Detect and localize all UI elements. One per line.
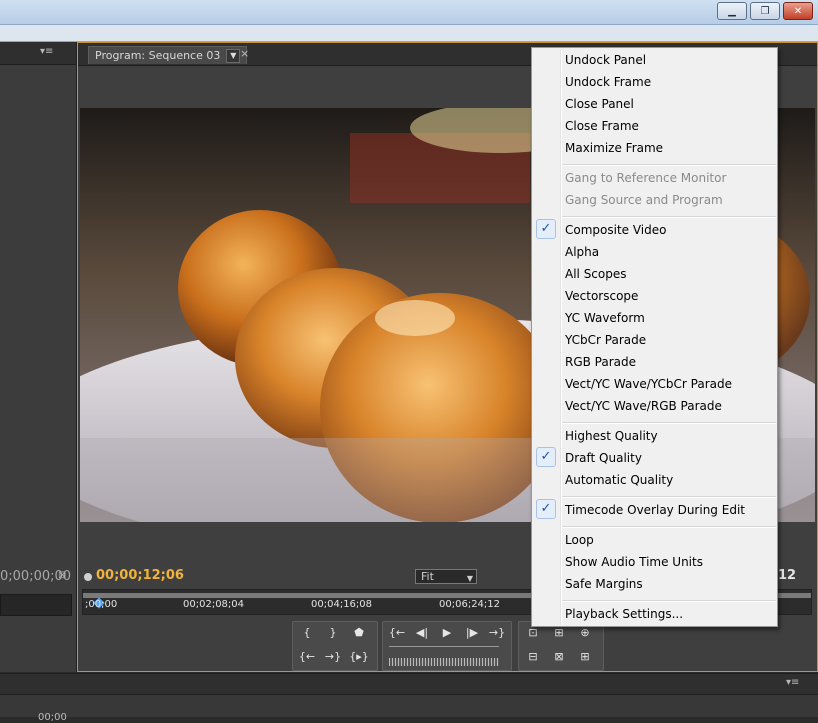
check-icon: ✓ xyxy=(536,499,556,519)
tab-program-sequence[interactable]: Program: Sequence 03 ▼ xyxy=(88,46,248,64)
current-timecode[interactable]: 00;00;12;06 xyxy=(96,568,184,583)
menu-item-ycbcr-parade[interactable]: YCbCr Parade xyxy=(565,331,646,349)
mark-out-button[interactable]: } xyxy=(323,624,343,642)
panel-menu-icon[interactable]: ▾≡ xyxy=(40,46,53,57)
menu-strip xyxy=(0,25,818,42)
source-monitor-panel: ▾≡ 0;00;00;00 ⊠ xyxy=(0,42,77,672)
go-to-previous-edit-button[interactable]: {← xyxy=(387,624,407,642)
go-to-next-edit-button[interactable]: →} xyxy=(487,624,507,642)
menu-separator xyxy=(562,164,776,166)
jog-wheel[interactable] xyxy=(389,658,499,666)
menu-separator xyxy=(562,496,776,498)
menu-item-automatic-quality[interactable]: Automatic Quality xyxy=(565,471,673,489)
marker-icon[interactable] xyxy=(84,573,92,581)
restore-button[interactable]: ❐ xyxy=(750,2,780,20)
menu-item-all-scopes[interactable]: All Scopes xyxy=(565,265,627,283)
panel-context-menu: Undock Panel Undock Frame Close Panel Cl… xyxy=(531,47,778,627)
duration-timecode: 12 xyxy=(778,568,797,583)
close-icon: ✕ xyxy=(793,5,803,17)
fit-label: Fit xyxy=(421,570,434,583)
menu-item-maximize-frame[interactable]: Maximize Frame xyxy=(565,139,663,157)
menu-item-timecode-overlay[interactable]: Timecode Overlay During Edit xyxy=(565,501,745,519)
minimize-button[interactable]: ▁ xyxy=(717,2,747,20)
menu-item-vect-yc-wave-ycbcr-parade[interactable]: Vect/YC Wave/YCbCr Parade xyxy=(565,375,732,393)
zoom-icon[interactable]: ⊠ xyxy=(58,570,66,581)
add-marker-button[interactable]: ⬟ xyxy=(349,624,369,642)
step-back-button[interactable]: ◀| xyxy=(412,624,432,642)
source-panel-tabbar: ▾≡ xyxy=(0,42,76,65)
menu-item-safe-margins[interactable]: Safe Margins xyxy=(565,575,643,593)
edit-controls: ⊡ ⊞ ⊕ ⊟ ⊠ ⊞ xyxy=(518,621,604,671)
timeline-panel: ▾≡ 00;00 xyxy=(0,673,818,723)
window-titlebar: ▁ ❐ ✕ xyxy=(0,0,818,25)
menu-separator xyxy=(562,526,776,528)
chevron-down-icon: ▼ xyxy=(466,574,473,583)
panel-menu-icon[interactable]: ▾≡ xyxy=(786,677,799,688)
play-button[interactable]: ▶ xyxy=(437,624,457,642)
safe-margins-button[interactable]: ⊠ xyxy=(549,648,569,666)
menu-separator xyxy=(562,422,776,424)
menu-separator xyxy=(562,216,776,218)
menu-gutter xyxy=(560,50,562,625)
menu-item-gang-to-reference-monitor: Gang to Reference Monitor xyxy=(565,171,727,185)
source-ruler[interactable] xyxy=(0,594,72,616)
shuttle-slider[interactable] xyxy=(389,646,499,657)
tab-label: Program: Sequence 03 xyxy=(95,48,221,62)
timeline-tick-label: 00;00 xyxy=(38,712,67,723)
play-in-to-out-button[interactable]: {▸} xyxy=(349,648,369,666)
menu-item-draft-quality[interactable]: Draft Quality xyxy=(565,449,642,467)
zoom-fit-select[interactable]: Fit ▼ xyxy=(415,569,477,584)
menu-item-alpha[interactable]: Alpha xyxy=(565,243,599,261)
menu-item-show-audio-time-units[interactable]: Show Audio Time Units xyxy=(565,553,703,571)
menu-separator xyxy=(562,600,776,602)
check-icon: ✓ xyxy=(536,219,556,239)
playback-controls: {← ◀| ▶ |▶ →} xyxy=(382,621,512,671)
menu-item-playback-settings[interactable]: Playback Settings... xyxy=(565,605,683,623)
menu-item-loop[interactable]: Loop xyxy=(565,531,594,549)
go-to-out-button[interactable]: →} xyxy=(323,648,343,666)
restore-icon: ❐ xyxy=(760,5,770,17)
menu-item-composite-video[interactable]: Composite Video xyxy=(565,221,666,239)
close-window-button[interactable]: ✕ xyxy=(783,2,813,20)
go-to-in-button[interactable]: {← xyxy=(297,648,317,666)
export-frame-button[interactable]: ⊟ xyxy=(523,648,543,666)
ruler-tick-label: ;00;00 xyxy=(85,599,118,610)
menu-item-gang-source-and-program: Gang Source and Program xyxy=(565,193,723,207)
menu-item-rgb-parade[interactable]: RGB Parade xyxy=(565,353,636,371)
marker-controls: { } ⬟ {← →} {▸} xyxy=(292,621,378,671)
minimize-icon: ▁ xyxy=(728,5,736,17)
menu-item-yc-waveform[interactable]: YC Waveform xyxy=(565,309,645,327)
ruler-tick-label: 00;02;08;04 xyxy=(183,599,245,610)
sequence-dropdown-icon[interactable]: ▼ xyxy=(226,48,241,63)
menu-item-vectorscope[interactable]: Vectorscope xyxy=(565,287,638,305)
menu-item-undock-panel[interactable]: Undock Panel xyxy=(565,51,646,69)
check-icon: ✓ xyxy=(536,447,556,467)
menu-item-close-panel[interactable]: Close Panel xyxy=(565,95,634,113)
menu-item-vect-yc-wave-rgb-parade[interactable]: Vect/YC Wave/RGB Parade xyxy=(565,397,722,415)
timeline-tabbar: ▾≡ xyxy=(0,674,818,695)
step-forward-button[interactable]: |▶ xyxy=(462,624,482,642)
menu-item-undock-frame[interactable]: Undock Frame xyxy=(565,73,651,91)
mark-in-button[interactable]: { xyxy=(297,624,317,642)
menu-item-close-frame[interactable]: Close Frame xyxy=(565,117,639,135)
ruler-tick-label: 00;06;24;12 xyxy=(439,599,501,610)
ruler-tick-label: 00;04;16;08 xyxy=(311,599,373,610)
menu-item-highest-quality[interactable]: Highest Quality xyxy=(565,427,658,445)
close-tab-icon[interactable]: × xyxy=(240,47,249,60)
trim-button[interactable]: ⊞ xyxy=(575,648,595,666)
